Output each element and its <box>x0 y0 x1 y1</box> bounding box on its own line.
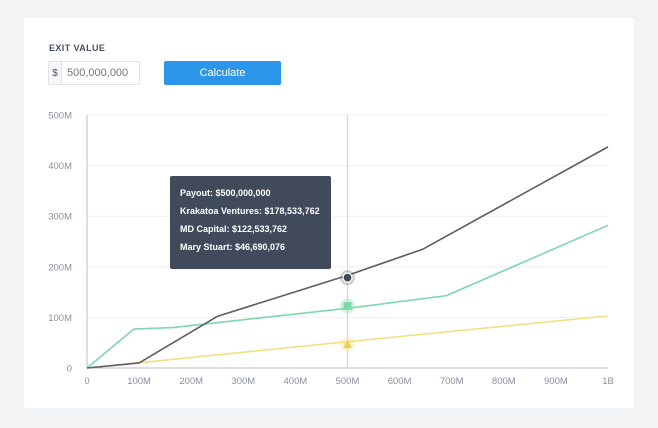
x-tick-label: 400M <box>284 376 308 387</box>
x-tick-label: 700M <box>440 376 464 387</box>
hover-marker-md-capital <box>343 301 352 310</box>
y-tick-label: 200M <box>48 262 72 273</box>
tooltip-payout: Payout: $500,000,000 <box>180 188 271 198</box>
x-tick-label: 500M <box>336 376 360 387</box>
x-tick-label: 0 <box>84 376 89 387</box>
x-tick-label: 300M <box>231 376 255 387</box>
x-tick-label: 900M <box>544 376 568 387</box>
tooltip-row-md-capital: MD Capital: $122,533,762 <box>180 224 288 234</box>
tooltip-row-mary-stuart: Mary Stuart: $46,690,076 <box>180 242 286 252</box>
y-tick-label: 300M <box>48 212 72 223</box>
y-tick-label: 0 <box>67 364 72 375</box>
tooltip-row-krakatoa: Krakatoa Ventures: $178,533,762 <box>180 206 320 216</box>
y-tick-label: 500M <box>48 111 72 122</box>
y-tick-label: 100M <box>48 313 72 324</box>
x-tick-label: 200M <box>179 376 203 387</box>
y-tick-label: 400M <box>48 161 72 172</box>
payout-tooltip: Payout: $500,000,000 Krakatoa Ventures: … <box>170 176 331 269</box>
x-tick-label: 800M <box>492 376 516 387</box>
x-tick-label: 100M <box>127 376 151 387</box>
hover-marker-krakatoa-ventures <box>342 272 353 283</box>
x-tick-label: 1B <box>602 376 614 387</box>
x-tick-label: 600M <box>388 376 412 387</box>
